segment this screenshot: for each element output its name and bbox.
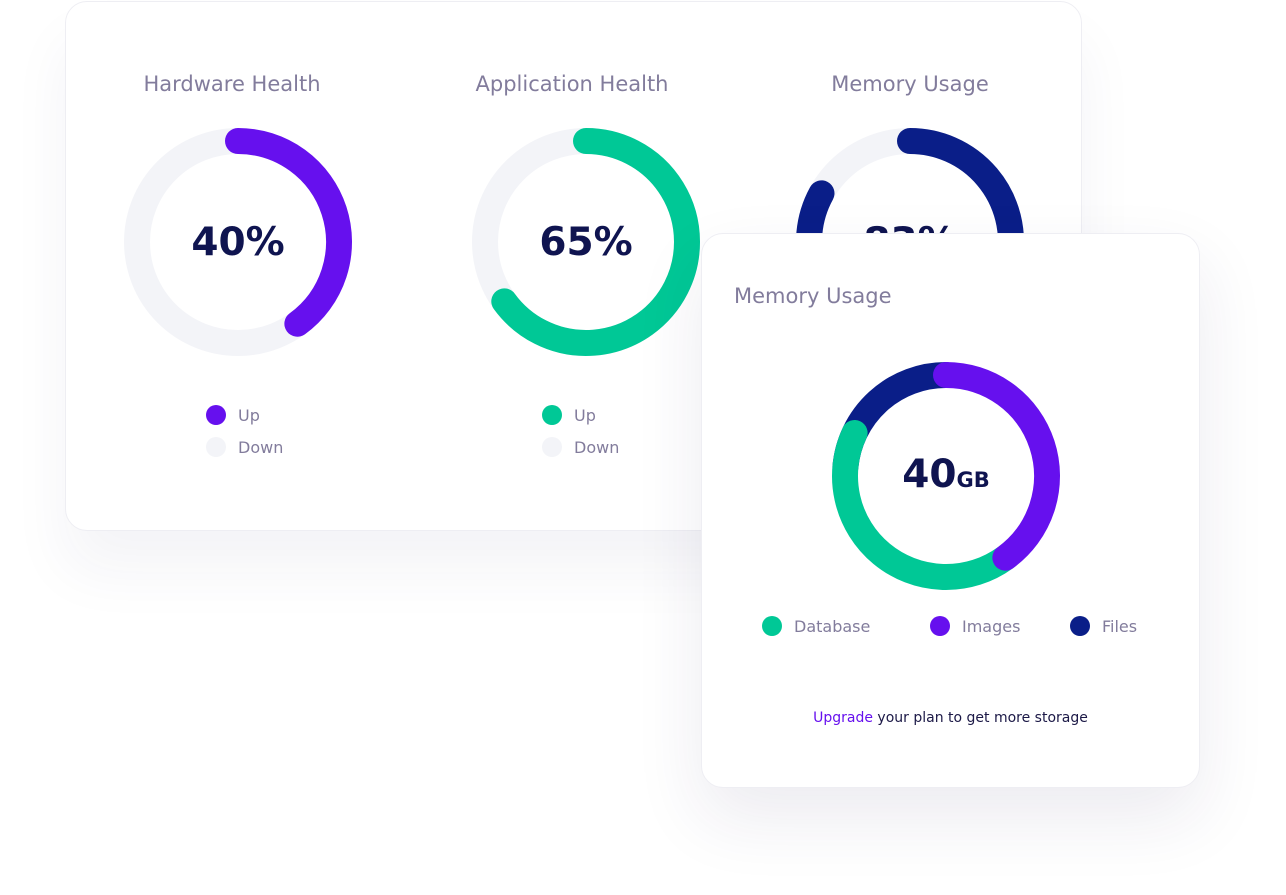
chart-title: Hardware Health — [143, 72, 321, 96]
legend-images: Images — [930, 616, 1020, 636]
memory-usage-card: Memory Usage 40GB Database Images Files … — [701, 233, 1200, 788]
legend-up: Up — [206, 405, 260, 425]
legend-dot — [542, 405, 562, 425]
legend-dot — [206, 437, 226, 457]
upgrade-note: Upgrade your plan to get more storage — [813, 710, 1088, 726]
application-value: 65% — [539, 220, 633, 265]
chart-title: Application Health — [475, 72, 669, 96]
chart-title: Memory Usage — [831, 72, 989, 96]
legend-dot — [542, 437, 562, 457]
legend-dot — [930, 616, 950, 636]
hardware-value: 40% — [191, 220, 285, 265]
legend-up: Up — [542, 405, 596, 425]
legend-files: Files — [1070, 616, 1137, 636]
memory-total: 40GB — [902, 452, 990, 497]
legend-database: Database — [762, 616, 870, 636]
chart-title: Memory Usage — [734, 284, 892, 308]
legend-down: Down — [206, 437, 283, 457]
legend-dot — [206, 405, 226, 425]
legend-dot — [762, 616, 782, 636]
legend-dot — [1070, 616, 1090, 636]
upgrade-link[interactable]: Upgrade — [813, 710, 873, 726]
legend-down: Down — [542, 437, 619, 457]
